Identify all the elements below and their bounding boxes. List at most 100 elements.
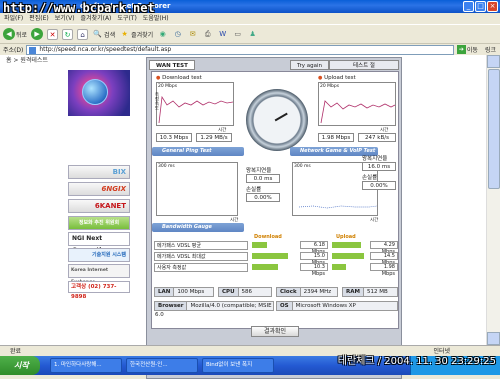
media-icon[interactable]: ◉ (157, 29, 168, 40)
bw-row-label: 메가패스 VDSL 최대값 (154, 252, 248, 261)
sys-clock: Clock 2394 MHz (276, 287, 338, 297)
print-icon[interactable]: ⎙ (202, 29, 213, 40)
banner-image (68, 70, 130, 116)
nav-link-bix[interactable]: BIX (68, 165, 130, 179)
voip-delay-value: 16.0 ms (362, 162, 396, 171)
download-kbs: 1.29 MB/s (196, 133, 232, 142)
sys-cpu: CPU 586 (218, 287, 272, 297)
bw-download-bar (252, 242, 268, 248)
bw-download-bar (252, 264, 278, 270)
sys-lan: LAN 100 Mbps (154, 287, 214, 297)
search-button[interactable]: 🔍 검색 (92, 29, 115, 40)
bw-upload-bar (332, 242, 361, 248)
address-input[interactable]: http://speed.nca.or.kr/speedtest/default… (26, 44, 454, 55)
ping-delay-value: 0.0 ms (246, 174, 280, 183)
globe-icon (82, 79, 108, 105)
refresh-icon[interactable]: ↻ (62, 28, 74, 40)
test-mode-button[interactable]: 테스트 절 (329, 60, 399, 70)
address-label: 주소(D) (3, 47, 24, 54)
download-mbps: 10.3 Mbps (156, 133, 192, 142)
bw-upload-value: 14.5 Mbps (370, 252, 398, 266)
nav-link-ngi[interactable]: NGI Next Generation (68, 232, 130, 254)
menu-bar: 파일(F) 편집(E) 보기(V) 즐겨찾기(A) 도구(T) 도움말(H) (0, 13, 500, 24)
bw-row-user: 사용자 측정값 10.3 Mbps 1.98 Mbps (152, 263, 400, 277)
scroll-up-icon[interactable] (487, 55, 500, 68)
bw-download-value: 10.3 Mbps (300, 263, 328, 277)
download-graph: 20 Mbps (156, 82, 234, 126)
nav-link-6kanet[interactable]: 6KANET (68, 199, 130, 213)
voip-loss-label: 손실률 (362, 175, 378, 181)
favorites-button[interactable]: ★ 즐겨찾기 (119, 29, 153, 40)
bw-upload-bar (332, 264, 347, 270)
bw-row-max: 메가패스 VDSL 최대값 15.0 Mbps 14.5 Mbps (152, 252, 400, 266)
taskbar-item[interactable]: 한국전산원-인... (126, 358, 198, 373)
page-content: 홈 > 원격테스트 BIX 6NGIX 6KANET 정보화 추진 위원회 NG… (0, 55, 486, 379)
left-navigation: 홈 > 원격테스트 BIX 6NGIX 6KANET 정보화 추진 위원회 NG… (2, 55, 130, 345)
speed-gauge (246, 89, 308, 151)
menu-favorites[interactable]: 즐겨찾기(A) (81, 13, 112, 24)
stop-icon[interactable]: ✕ (47, 28, 59, 40)
ping-graph: 300 ms (156, 162, 238, 216)
toolbar: ◀ 뒤로 ▶ ✕ ↻ ⌂ 🔍 검색 ★ 즐겨찾기 ◉ ◷ ✉ ⎙ W ▭ ♟ (0, 24, 500, 43)
taskbar-item[interactable]: 1. 마인하다사랑해... (50, 358, 122, 373)
tab-wan-test[interactable]: WAN TEST (149, 60, 195, 70)
bandwidth-section-header: Bandwidth Gauge (152, 223, 244, 232)
timestamp-overlay: 테란체크 / 2004. 11. 30 23:29:25 (337, 356, 496, 367)
vertical-scrollbar[interactable] (486, 55, 500, 345)
history-icon[interactable]: ◷ (172, 29, 183, 40)
edit-icon[interactable]: W (217, 29, 228, 40)
address-bar: 주소(D) http://speed.nca.or.kr/speedtest/d… (0, 43, 500, 55)
nav-link-6ngix[interactable]: 6NGIX (68, 182, 130, 196)
scroll-down-icon[interactable] (487, 332, 500, 345)
bw-download-header: Download (254, 234, 282, 240)
forward-button[interactable]: ▶ (31, 28, 44, 40)
menu-help[interactable]: 도움말(H) (143, 13, 169, 24)
menu-edit[interactable]: 편집(E) (29, 13, 49, 24)
download-line (158, 95, 234, 124)
status-text: 완료 (10, 348, 22, 355)
menu-view[interactable]: 보기(V) (55, 13, 75, 24)
try-again-button[interactable]: Try again (289, 60, 329, 70)
nav-link-committee[interactable]: 정보화 추진 위원회 (68, 216, 130, 230)
discuss-icon[interactable]: ▭ (232, 29, 243, 40)
ping-delay-label: 왕복지연율 (246, 168, 272, 174)
taskbar-item[interactable]: Bind없이 보낸 폭지 (202, 358, 274, 373)
upload-kbs: 247 kB/s (358, 133, 396, 142)
nav-contact-phone: 고객상 (02) 737-9898 (68, 281, 130, 300)
bw-row-label: 메가패스 VDSL 평균 (154, 241, 248, 250)
scroll-thumb[interactable] (488, 69, 500, 189)
download-ylabel: 측정속도 (154, 92, 159, 110)
nav-link-kix[interactable]: Korea Internet Exchange (68, 264, 130, 285)
voip-delay-label: 왕복지연율 (362, 156, 388, 162)
menu-tools[interactable]: 도구(T) (117, 13, 136, 24)
close-icon[interactable]: × (487, 1, 498, 12)
nav-link-tech-support[interactable]: 기술지원 시스템 (68, 248, 130, 262)
sys-os: OS Microsoft Windows XP (276, 301, 398, 311)
bw-row-label: 사용자 측정값 (154, 263, 248, 272)
mail-icon[interactable]: ✉ (187, 29, 198, 40)
ping-section-header: General Ping Test (152, 147, 244, 156)
bw-row-average: 메가패스 VDSL 평균 6.18 Mbps 4.29 Mbps (152, 241, 400, 255)
upload-title: ● Upload test (318, 75, 356, 81)
voip-line (298, 205, 378, 209)
back-arrow-icon: ◀ (3, 28, 15, 40)
bw-upload-value: 1.98 Mbps (370, 263, 398, 277)
menu-file[interactable]: 파일(F) (4, 13, 23, 24)
upload-graph: 20 Mbps (318, 82, 396, 126)
result-check-button[interactable]: 결과확인 (251, 326, 299, 337)
ping-loss-value: 0.00% (246, 193, 280, 202)
go-button[interactable]: ➔ 이동 (456, 45, 482, 54)
start-button[interactable]: 시작 (0, 356, 40, 375)
test-tabs: WAN TEST Try again 테스트 절 (149, 60, 399, 70)
gauge-needle (274, 112, 288, 122)
upload-line (320, 100, 396, 124)
maximize-icon[interactable]: □ (475, 1, 486, 12)
home-icon[interactable]: ⌂ (77, 28, 89, 40)
minimize-icon[interactable]: _ (463, 1, 474, 12)
links-button[interactable]: 링크 (485, 45, 500, 54)
messenger-icon[interactable]: ♟ (247, 29, 258, 40)
bw-upload-bar (332, 253, 365, 259)
sys-ram: RAM 512 MB (342, 287, 398, 297)
back-button[interactable]: ◀ 뒤로 (3, 28, 27, 40)
search-icon: 🔍 (93, 29, 102, 38)
